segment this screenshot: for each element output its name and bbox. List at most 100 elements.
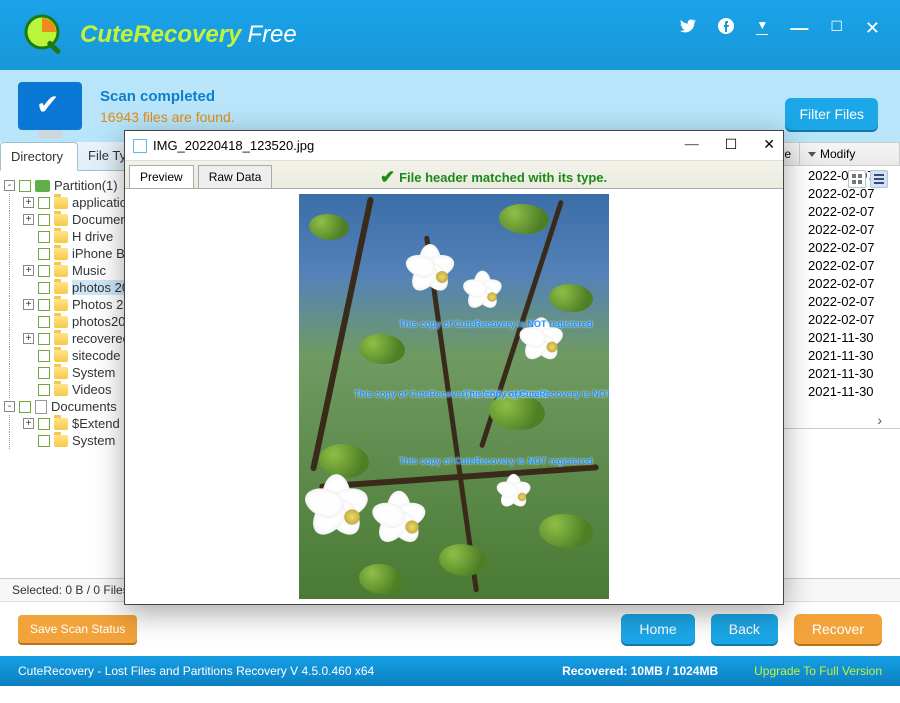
expand-icon[interactable]: + — [23, 333, 34, 344]
sort-desc-icon — [808, 152, 816, 157]
monitor-check-icon: ✔ — [18, 82, 82, 130]
modify-date: 2022-02-07 — [800, 294, 900, 309]
back-button[interactable]: Back — [711, 614, 778, 644]
expand-icon[interactable]: - — [4, 401, 15, 412]
bottom-bar: CuteRecovery - Lost Files and Partitions… — [0, 656, 900, 686]
checkbox[interactable] — [38, 214, 50, 226]
checkbox[interactable] — [38, 265, 50, 277]
checkbox[interactable] — [38, 282, 50, 294]
tree-label: Partition(1) — [54, 178, 118, 193]
expand-icon[interactable] — [23, 282, 34, 293]
folder-icon — [54, 350, 68, 362]
tree-label: System — [72, 433, 115, 448]
modify-date: 2022-02-07 — [800, 258, 900, 273]
folder-icon — [54, 316, 68, 328]
scan-sub: 16943 files are found. — [100, 109, 235, 125]
checkbox[interactable] — [38, 384, 50, 396]
tree-label: $Extend — [72, 416, 120, 431]
folder-icon — [54, 214, 68, 226]
expand-icon[interactable]: + — [23, 265, 34, 276]
expand-icon[interactable]: + — [23, 418, 34, 429]
title-bar: CuteRecovery Free ▼ — ☐ ✕ — [0, 0, 900, 70]
expand-icon[interactable] — [23, 350, 34, 361]
checkbox[interactable] — [38, 299, 50, 311]
button-bar: Save Scan Status Home Back Recover — [0, 601, 900, 656]
upgrade-link[interactable]: Upgrade To Full Version — [754, 664, 882, 678]
checkbox[interactable] — [38, 367, 50, 379]
filter-files-button[interactable]: Filter Files — [785, 98, 878, 130]
close-icon[interactable]: ✕ — [865, 18, 880, 39]
modify-date: 2021-11-30 — [800, 366, 900, 381]
document-icon — [35, 400, 47, 414]
tab-directory[interactable]: Directory — [0, 142, 78, 171]
tree-label: System — [72, 365, 115, 380]
folder-icon — [54, 197, 68, 209]
modify-date: 2021-11-30 — [800, 348, 900, 363]
expand-icon[interactable]: + — [23, 197, 34, 208]
modify-date: 2022-02-07 — [800, 240, 900, 255]
preview-maximize-icon[interactable]: ☐ — [725, 137, 738, 154]
expand-icon[interactable] — [23, 384, 34, 395]
expand-icon[interactable] — [23, 316, 34, 327]
checkbox[interactable] — [38, 435, 50, 447]
window-controls: ▼ — ☐ ✕ — [680, 18, 880, 39]
expand-icon[interactable] — [23, 367, 34, 378]
modify-date: 2022-02-07 — [800, 276, 900, 291]
view-list-icon[interactable] — [870, 170, 888, 188]
tree-label: Music — [72, 263, 106, 278]
checkbox[interactable] — [38, 333, 50, 345]
col-modify[interactable]: Modify — [800, 143, 900, 165]
home-button[interactable]: Home — [621, 614, 694, 644]
header-match-msg: ✔ File header matched with its type. — [380, 167, 607, 188]
folder-icon — [54, 435, 68, 447]
folder-icon — [54, 265, 68, 277]
app-edition: Free — [247, 21, 296, 49]
modify-date: 2022-02-07 — [800, 222, 900, 237]
expand-icon[interactable]: - — [4, 180, 15, 191]
folder-icon — [54, 282, 68, 294]
dropdown-icon[interactable]: ▼ — [756, 18, 768, 39]
app-version-text: CuteRecovery - Lost Files and Partitions… — [18, 664, 374, 678]
check-icon: ✔ — [380, 167, 395, 188]
checkbox[interactable] — [38, 350, 50, 362]
scan-title: Scan completed — [100, 88, 235, 105]
folder-icon — [54, 299, 68, 311]
partition-icon — [35, 180, 50, 192]
maximize-icon[interactable]: ☐ — [830, 18, 843, 39]
checkbox[interactable] — [38, 231, 50, 243]
save-scan-button[interactable]: Save Scan Status — [18, 615, 137, 643]
photo-thumbnail: This copy of CuteRecovery is NOT registe… — [299, 194, 609, 599]
view-mode-buttons — [848, 170, 888, 188]
twitter-icon[interactable] — [680, 18, 696, 39]
expand-icon[interactable] — [23, 248, 34, 259]
recovered-text: Recovered: 10MB / 1024MB — [562, 664, 718, 678]
checkbox[interactable] — [19, 180, 31, 192]
tree-label: Videos — [72, 382, 112, 397]
facebook-icon[interactable] — [718, 18, 734, 39]
expand-icon[interactable] — [23, 231, 34, 242]
recover-button[interactable]: Recover — [794, 614, 882, 644]
expand-icon[interactable] — [23, 435, 34, 446]
checkbox[interactable] — [38, 197, 50, 209]
checkbox[interactable] — [38, 248, 50, 260]
checkbox[interactable] — [19, 401, 31, 413]
preview-image-area: This copy of CuteRecovery is NOT registe… — [125, 189, 783, 604]
folder-icon — [54, 248, 68, 260]
modify-date: 2021-11-30 — [800, 330, 900, 345]
tree-label: sitecode — [72, 348, 120, 363]
modify-date: 2022-02-07 — [800, 312, 900, 327]
preview-minimize-icon[interactable]: — — [685, 137, 699, 154]
tab-preview[interactable]: Preview — [129, 165, 194, 189]
modify-date: 2021-11-30 — [800, 384, 900, 399]
preview-close-icon[interactable]: ✕ — [763, 137, 775, 154]
expand-icon[interactable]: + — [23, 214, 34, 225]
preview-titlebar[interactable]: IMG_20220418_123520.jpg — ☐ ✕ — [125, 131, 783, 161]
folder-icon — [54, 333, 68, 345]
minimize-icon[interactable]: — — [790, 18, 808, 39]
checkbox[interactable] — [38, 418, 50, 430]
view-grid-icon[interactable] — [848, 170, 866, 188]
checkbox[interactable] — [38, 316, 50, 328]
expand-icon[interactable]: + — [23, 299, 34, 310]
scan-text: Scan completed 16943 files are found. — [100, 88, 235, 125]
tab-rawdata[interactable]: Raw Data — [198, 165, 273, 189]
